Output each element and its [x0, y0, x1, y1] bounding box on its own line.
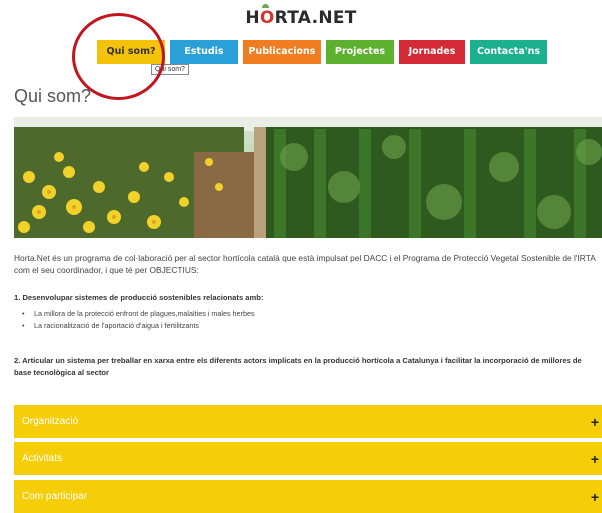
nav-projectes[interactable]: Projectes — [326, 40, 394, 64]
accordion-activitats[interactable]: Activitats + — [14, 442, 602, 475]
hero-image — [14, 117, 602, 238]
nav-publicacions[interactable]: Publicacions — [243, 40, 321, 64]
plus-icon: + — [590, 450, 599, 467]
accordion-com-participar[interactable]: Com participar + — [14, 480, 602, 513]
nav-estudis[interactable]: Estudis — [170, 40, 238, 64]
logo-text-h: H — [245, 8, 260, 28]
accordion-organitzacio[interactable]: Organització + — [14, 405, 602, 438]
list-item: La racionalització de l'aportació d'aigu… — [22, 320, 255, 332]
plus-icon: + — [590, 413, 599, 430]
objective-1-heading: 1. Desenvolupar sistemes de producció so… — [14, 293, 264, 302]
objective-1-list: La millora de la protecció enfront de pl… — [22, 308, 255, 332]
nav-jornades[interactable]: Jornades — [399, 40, 465, 64]
accordion-label: Com participar — [22, 491, 88, 502]
logo-leaf-o: O — [259, 8, 275, 28]
logo-text-rest: RTA.NET — [274, 8, 357, 28]
intro-paragraph: Horta.Net és un programa de col·laboraci… — [14, 253, 596, 275]
nav-contacta[interactable]: Contacta'ns — [470, 40, 547, 64]
accordion-label: Activitats — [22, 453, 63, 464]
objective-2-heading: 2. Articular un sistema per treballar en… — [14, 356, 582, 377]
page-title: Qui som? — [14, 86, 92, 106]
greenhouse-photo — [14, 117, 602, 238]
list-item: La millora de la protecció enfront de pl… — [22, 308, 255, 320]
accordion-label: Organització — [22, 416, 79, 427]
plus-icon: + — [590, 488, 599, 505]
